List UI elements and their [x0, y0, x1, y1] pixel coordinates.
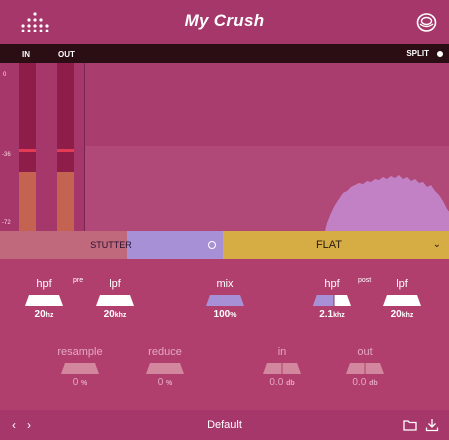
output-peak-indicator	[57, 149, 74, 153]
output-gain-value: 0.0 db	[352, 377, 378, 388]
reduce-label: reduce	[148, 346, 182, 358]
output-meter	[57, 63, 74, 231]
input-gain-label: in	[277, 346, 287, 358]
mix-slider[interactable]	[206, 295, 244, 306]
reduce-value: 0 %	[157, 377, 173, 388]
mix-control[interactable]: mix 100%	[199, 278, 251, 320]
spectrum-shape	[325, 175, 449, 231]
title-bar: My Crush	[0, 0, 449, 44]
pre-hpf-value: 20hz	[34, 309, 54, 320]
input-meter	[19, 63, 36, 231]
mix-value: 100%	[213, 309, 237, 320]
meter-header-bar: IN OUT SPLIT	[0, 44, 449, 63]
output-gain-label: out	[357, 346, 373, 358]
pre-hpf-slider[interactable]	[25, 295, 63, 306]
scale-label: 0	[3, 72, 7, 78]
input-meter-fill	[19, 172, 36, 231]
pre-lpf-value: 20khz	[103, 309, 127, 320]
preset-menu-icon[interactable]	[416, 12, 437, 33]
resample-value: 0 %	[72, 377, 88, 388]
filter-mode-value: FLAT	[315, 239, 343, 251]
post-hpf-label: hpf	[324, 278, 340, 290]
split-label: SPLIT	[406, 49, 429, 58]
reduce-slider[interactable]	[146, 363, 184, 374]
preset-bar: ‹ › Default	[0, 410, 449, 440]
mix-label: mix	[216, 278, 234, 290]
resample-control[interactable]: resample 0 %	[49, 346, 111, 388]
post-filter-tag: post	[358, 277, 372, 284]
output-gain-control[interactable]: out 0.0 db	[335, 346, 395, 388]
input-peak-indicator	[19, 149, 36, 153]
input-gain-control[interactable]: in 0.0 db	[252, 346, 312, 388]
post-lpf-slider[interactable]	[383, 295, 421, 306]
in-meter-label: IN	[22, 50, 30, 59]
pre-lpf-control[interactable]: lpf 20khz	[89, 278, 141, 320]
folder-icon[interactable]	[403, 418, 417, 432]
post-hpf-value: 2.1khz	[319, 309, 345, 320]
reduce-control[interactable]: reduce 0 %	[135, 346, 195, 388]
out-meter-label: OUT	[58, 50, 75, 59]
spectrum-analyzer	[325, 175, 449, 231]
level-meters: 0 -36 -72	[0, 63, 84, 231]
pre-hpf-label: hpf	[36, 278, 52, 290]
pre-hpf-control[interactable]: hpf 20hz	[18, 278, 70, 320]
post-hpf-slider[interactable]	[313, 295, 351, 306]
input-gain-slider[interactable]	[263, 363, 301, 374]
resample-slider[interactable]	[61, 363, 99, 374]
resample-label: resample	[57, 346, 103, 358]
scale-label: -72	[2, 220, 11, 226]
scale-label: -36	[2, 152, 11, 158]
chevron-down-icon: ⌄	[432, 239, 441, 250]
filter-mode-dropdown[interactable]: FLAT ⌄	[223, 231, 449, 259]
pre-filter-tag: pre	[73, 277, 84, 284]
split-toggle[interactable]	[437, 51, 443, 57]
spectrum-display[interactable]	[84, 63, 449, 231]
input-gain-value: 0.0 db	[269, 377, 295, 388]
output-gain-slider[interactable]	[346, 363, 384, 374]
stutter-label: STUTTER	[90, 240, 132, 250]
mode-bar: STUTTER FLAT ⌄	[0, 231, 449, 259]
pre-lpf-slider[interactable]	[96, 295, 134, 306]
pre-lpf-label: lpf	[109, 278, 121, 290]
post-lpf-value: 20khz	[390, 309, 414, 320]
post-hpf-control[interactable]: hpf 2.1khz	[306, 278, 358, 320]
controls-panel: pre post hpf 20hz lpf 20khz mix 100% hpf…	[0, 259, 449, 410]
plugin-title: My Crush	[184, 11, 265, 30]
output-meter-fill	[57, 172, 74, 231]
download-icon[interactable]	[425, 418, 439, 432]
post-lpf-control[interactable]: lpf 20khz	[376, 278, 428, 320]
post-lpf-label: lpf	[396, 278, 408, 290]
stutter-handle[interactable]	[208, 241, 216, 249]
preset-name[interactable]: Default	[0, 419, 449, 431]
